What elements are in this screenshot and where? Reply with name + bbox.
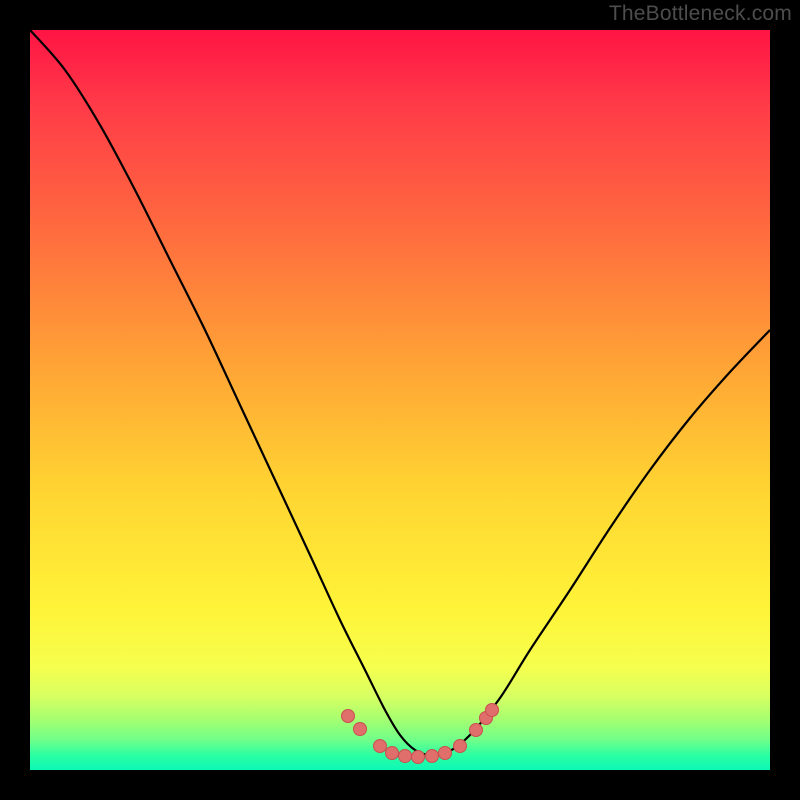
bottleneck-curve bbox=[30, 30, 770, 755]
marker-dot bbox=[486, 704, 499, 717]
marker-dot bbox=[399, 750, 412, 763]
plot-area bbox=[30, 30, 770, 770]
marker-dot bbox=[470, 724, 483, 737]
marker-dot bbox=[454, 740, 467, 753]
watermark-text: TheBottleneck.com bbox=[609, 2, 792, 26]
marker-dot bbox=[342, 710, 355, 723]
marker-dot bbox=[426, 750, 439, 763]
highlight-markers bbox=[342, 704, 499, 764]
marker-dot bbox=[386, 747, 399, 760]
marker-dot bbox=[354, 723, 367, 736]
curve-svg bbox=[30, 30, 770, 770]
marker-dot bbox=[374, 740, 387, 753]
chart-frame: TheBottleneck.com bbox=[0, 0, 800, 800]
marker-dot bbox=[439, 747, 452, 760]
marker-dot bbox=[412, 751, 425, 764]
